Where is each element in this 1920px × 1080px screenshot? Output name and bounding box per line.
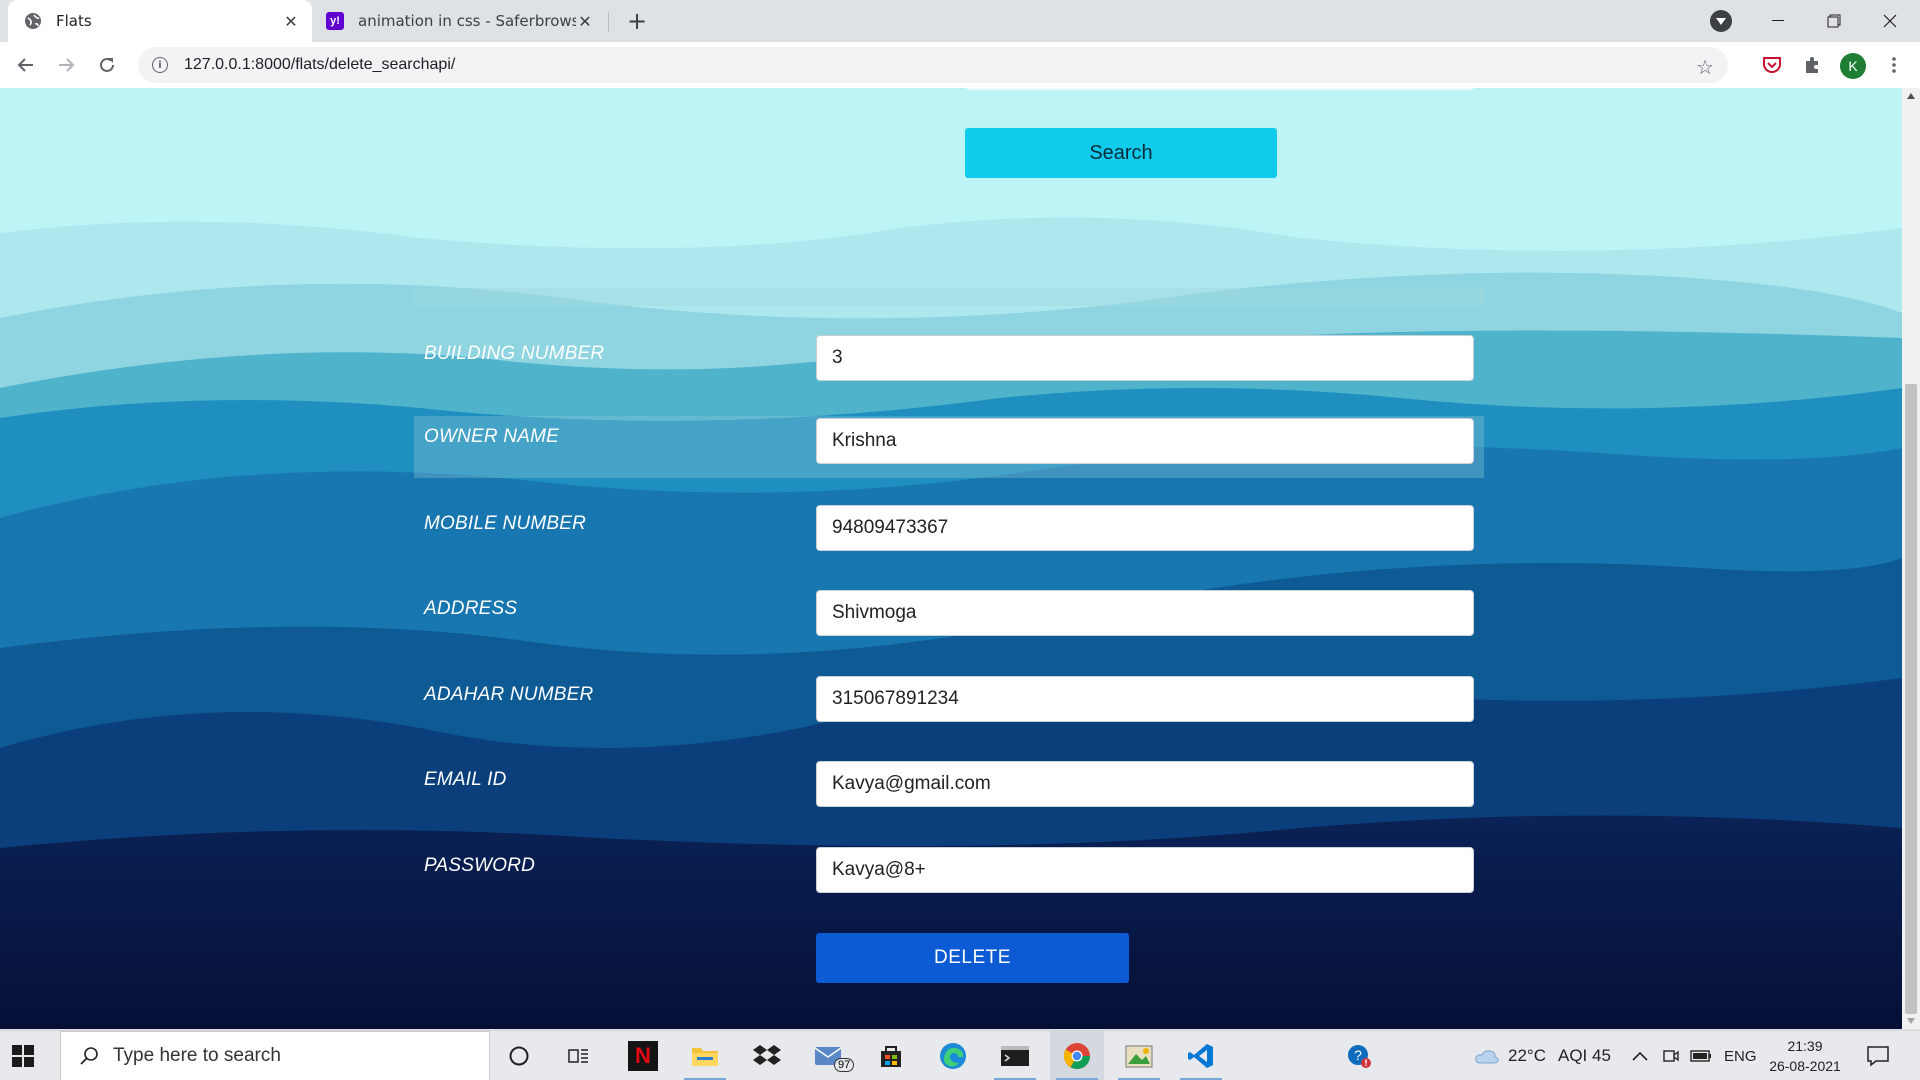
clock-date: 26-08-2021 [1769, 1058, 1841, 1074]
tab-animation-css[interactable]: y! animation in css - Saferbrowser Y ✕ [312, 0, 606, 42]
search-button[interactable]: Search [965, 128, 1277, 178]
owner-name-label: OWNER NAME [424, 426, 559, 447]
weather-aqi: AQI 45 [1557, 1046, 1611, 1065]
mobile-number-field[interactable] [816, 505, 1474, 551]
help-icon[interactable]: ? [1332, 1031, 1386, 1080]
scroll-up-arrow-icon[interactable] [1907, 93, 1915, 99]
profile-avatar[interactable]: K [1840, 53, 1866, 79]
building-number-field[interactable] [816, 335, 1474, 381]
search-icon [80, 1047, 98, 1065]
taskbar-search-placeholder: Type here to search [113, 1045, 281, 1066]
svg-text:?: ? [1354, 1047, 1362, 1063]
dropbox-icon[interactable] [740, 1031, 794, 1080]
scroll-down-arrow-icon[interactable] [1907, 1018, 1915, 1024]
weather-widget[interactable]: 22°C AQI 45 [1474, 1031, 1611, 1080]
cortana-icon[interactable] [492, 1031, 546, 1080]
delete-button[interactable]: DELETE [816, 933, 1129, 983]
tab-title: Flats [56, 12, 92, 30]
address-label: ADDRESS [424, 598, 518, 619]
address-field[interactable] [816, 590, 1474, 636]
email-id-label: EMAIL ID [424, 769, 507, 790]
notifications-icon[interactable] [1866, 1031, 1890, 1080]
menu-kebab-icon[interactable] [1882, 53, 1906, 77]
adahar-number-label: ADAHAR NUMBER [424, 684, 594, 705]
chrome-icon[interactable] [1050, 1031, 1104, 1080]
clock-time: 21:39 [1787, 1038, 1823, 1054]
windows-taskbar: Type here to search N 97 ? 22°C AQI 45 E… [0, 1030, 1920, 1080]
adahar-number-field[interactable] [816, 676, 1474, 722]
battery-icon[interactable] [1690, 1031, 1712, 1080]
form-row-adahar-number: ADAHAR NUMBER [414, 674, 1484, 736]
forward-icon[interactable] [50, 49, 82, 81]
address-bar[interactable]: i 127.0.0.1:8000/flats/delete_searchapi/… [138, 47, 1728, 83]
browser-toolbar: i 127.0.0.1:8000/flats/delete_searchapi/… [0, 42, 1920, 88]
file-explorer-icon[interactable] [678, 1031, 732, 1080]
form-row-owner-name: OWNER NAME [414, 416, 1484, 478]
show-hidden-icons-chevron-icon[interactable] [1632, 1031, 1648, 1080]
mail-badge: 97 [834, 1058, 855, 1072]
netflix-icon[interactable]: N [616, 1031, 670, 1080]
tab-search-icon[interactable] [1710, 10, 1732, 32]
form-row-address: ADDRESS [414, 588, 1484, 650]
page-content: Search BUILDING NUMBER OWNER NAME MOBILE… [0, 88, 1902, 1029]
terminal-icon[interactable] [988, 1031, 1042, 1080]
extensions-icon[interactable] [1800, 53, 1824, 77]
cloud-icon [1475, 1050, 1499, 1064]
taskbar-search-box[interactable]: Type here to search [60, 1031, 490, 1080]
password-field[interactable] [816, 847, 1474, 893]
tab-divider [608, 12, 609, 32]
mobile-number-label: MOBILE NUMBER [424, 513, 587, 534]
reload-icon[interactable] [91, 49, 123, 81]
windows-start-icon[interactable] [12, 1045, 34, 1067]
meet-now-icon[interactable] [1662, 1031, 1680, 1080]
email-id-field[interactable] [816, 761, 1474, 807]
yahoo-icon: y! [326, 12, 344, 30]
search-input-bottom-edge[interactable] [966, 88, 1474, 90]
form-row-password: PASSWORD [414, 845, 1484, 907]
scroll-thumb[interactable] [1905, 384, 1917, 1014]
new-tab-button[interactable]: + [624, 7, 650, 35]
site-info-icon[interactable]: i [152, 57, 168, 73]
edge-browser-icon[interactable] [926, 1031, 980, 1080]
close-icon[interactable]: ✕ [576, 12, 594, 31]
minimize-icon[interactable] [1750, 0, 1806, 42]
form-header-bar [414, 288, 1484, 306]
url-text: 127.0.0.1:8000/flats/delete_searchapi/ [184, 56, 456, 73]
password-label: PASSWORD [424, 855, 536, 876]
language-indicator[interactable]: ENG [1724, 1031, 1757, 1080]
vscode-icon[interactable] [1174, 1031, 1228, 1080]
tab-strip: Flats ✕ y! animation in css - Saferbrows… [0, 0, 1920, 42]
image-viewer-icon[interactable] [1112, 1031, 1166, 1080]
restore-icon[interactable] [1806, 0, 1862, 42]
system-clock[interactable]: 21:39 26-08-2021 [1760, 1036, 1850, 1076]
tab-title: animation in css - Saferbrowser Y [358, 12, 576, 30]
task-view-icon[interactable] [552, 1031, 606, 1080]
weather-temperature: 22°C [1508, 1046, 1546, 1065]
page-scrollbar[interactable] [1902, 88, 1920, 1029]
building-number-label: BUILDING NUMBER [424, 343, 605, 364]
owner-name-field[interactable] [816, 418, 1474, 464]
microsoft-store-icon[interactable] [864, 1031, 918, 1080]
globe-icon [24, 12, 42, 30]
bookmark-star-icon[interactable]: ☆ [1696, 55, 1714, 79]
close-window-icon[interactable] [1862, 0, 1918, 42]
mail-icon[interactable]: 97 [802, 1031, 856, 1080]
tab-flats[interactable]: Flats ✕ [8, 0, 312, 42]
form-row-email-id: EMAIL ID [414, 759, 1484, 821]
pocket-extension-icon[interactable] [1760, 53, 1784, 77]
close-icon[interactable]: ✕ [282, 12, 300, 31]
back-icon[interactable] [10, 49, 42, 81]
form-row-mobile-number: MOBILE NUMBER [414, 503, 1484, 565]
form-row-building-number: BUILDING NUMBER [414, 333, 1484, 395]
